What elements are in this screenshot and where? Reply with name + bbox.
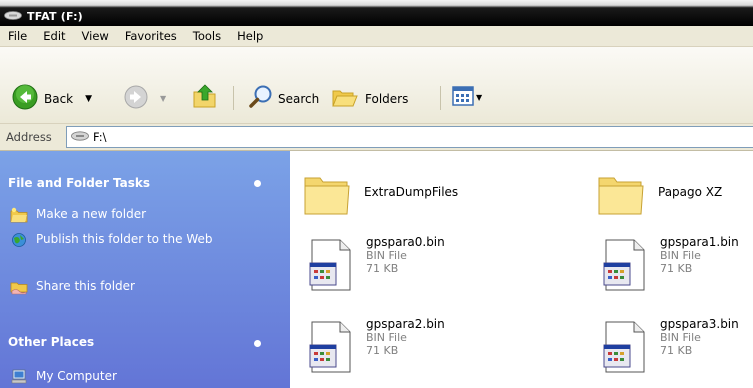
menu-help[interactable]: Help bbox=[229, 29, 271, 43]
file-size: 71 KB bbox=[660, 262, 693, 275]
file-type: BIN File bbox=[660, 331, 701, 344]
collapse-icon[interactable] bbox=[254, 340, 261, 347]
address-label: Address bbox=[6, 130, 52, 144]
file-item[interactable]: gpspara3.bin BIN File 71 KB bbox=[602, 317, 739, 376]
share-folder-link[interactable]: Share this folder bbox=[10, 279, 135, 295]
window-title: TFAT (F:) bbox=[27, 9, 83, 23]
my-computer-icon bbox=[10, 369, 28, 385]
search-icon bbox=[248, 84, 274, 113]
menu-bar: File Edit View Favorites Tools Help bbox=[0, 26, 753, 47]
menu-tools[interactable]: Tools bbox=[185, 29, 229, 43]
address-value: F:\ bbox=[93, 130, 107, 144]
file-type: BIN File bbox=[366, 331, 407, 344]
folders-icon bbox=[331, 84, 359, 113]
menu-edit[interactable]: Edit bbox=[35, 29, 73, 43]
file-name: gpspara1.bin bbox=[660, 235, 739, 249]
menu-file[interactable]: File bbox=[0, 29, 35, 43]
folder-name: ExtraDumpFiles bbox=[364, 185, 459, 199]
file-list: ExtraDumpFiles Papago XZ gpspara0.bin BI… bbox=[290, 151, 753, 388]
file-type: BIN File bbox=[660, 249, 701, 262]
drive-icon bbox=[71, 130, 89, 144]
views-button[interactable]: ▼ bbox=[452, 86, 482, 109]
file-item[interactable]: gpspara1.bin BIN File 71 KB bbox=[602, 235, 739, 294]
bin-file-icon bbox=[602, 321, 646, 376]
new-folder-icon bbox=[10, 207, 28, 223]
toolbar-separator bbox=[233, 86, 234, 110]
file-item[interactable]: gpspara0.bin BIN File 71 KB bbox=[308, 235, 445, 294]
bin-file-icon bbox=[308, 239, 352, 294]
folder-item[interactable]: Papago XZ bbox=[596, 170, 722, 221]
publish-web-icon bbox=[10, 232, 28, 248]
views-dropdown-icon[interactable]: ▼ bbox=[476, 93, 482, 102]
my-computer-label: My Computer bbox=[36, 369, 117, 383]
folder-name: Papago XZ bbox=[658, 185, 723, 199]
file-folder-tasks-header[interactable]: File and Folder Tasks bbox=[8, 176, 150, 190]
menu-favorites[interactable]: Favorites bbox=[117, 29, 185, 43]
file-type: BIN File bbox=[366, 249, 407, 262]
make-new-folder-label: Make a new folder bbox=[36, 207, 147, 221]
folders-label: Folders bbox=[365, 91, 409, 106]
share-folder-label: Share this folder bbox=[36, 279, 135, 293]
search-button[interactable]: Search bbox=[248, 84, 319, 113]
views-icon bbox=[452, 86, 474, 109]
publish-folder-link[interactable]: Publish this folder to the Web bbox=[10, 232, 250, 248]
folder-icon bbox=[302, 170, 352, 221]
title-bar[interactable]: TFAT (F:) bbox=[0, 0, 753, 26]
file-size: 71 KB bbox=[366, 344, 399, 357]
file-name: gpspara2.bin bbox=[366, 317, 445, 331]
back-button[interactable]: Back ▼ bbox=[12, 84, 92, 113]
folders-button[interactable]: Folders bbox=[331, 84, 408, 113]
collapse-icon[interactable] bbox=[254, 180, 261, 187]
back-arrow-icon bbox=[12, 84, 38, 113]
publish-folder-label: Publish this folder to the Web bbox=[36, 232, 213, 246]
address-bar: Address F:\ bbox=[0, 123, 753, 151]
folder-icon bbox=[596, 170, 646, 221]
drive-icon bbox=[4, 9, 22, 23]
address-field[interactable]: F:\ bbox=[66, 126, 753, 148]
up-button[interactable] bbox=[191, 82, 219, 113]
folder-item[interactable]: ExtraDumpFiles bbox=[302, 170, 458, 221]
search-label: Search bbox=[278, 91, 320, 106]
up-folder-icon bbox=[191, 82, 219, 113]
forward-arrow-icon bbox=[124, 85, 148, 112]
task-pane: File and Folder Tasks Make a new folder … bbox=[0, 151, 290, 388]
forward-dropdown-icon[interactable]: ▼ bbox=[160, 94, 166, 103]
bin-file-icon bbox=[308, 321, 352, 376]
share-folder-icon bbox=[10, 279, 28, 295]
my-computer-link[interactable]: My Computer bbox=[10, 369, 117, 385]
file-size: 71 KB bbox=[366, 262, 399, 275]
back-label: Back bbox=[44, 91, 74, 106]
menu-view[interactable]: View bbox=[74, 29, 117, 43]
back-dropdown-icon[interactable]: ▼ bbox=[85, 94, 92, 104]
bin-file-icon bbox=[602, 239, 646, 294]
file-name: gpspara0.bin bbox=[366, 235, 445, 249]
file-item[interactable]: gpspara2.bin BIN File 71 KB bbox=[308, 317, 445, 376]
make-new-folder-link[interactable]: Make a new folder bbox=[10, 207, 146, 223]
forward-button[interactable]: ▼ bbox=[124, 85, 166, 112]
other-places-header[interactable]: Other Places bbox=[8, 335, 94, 349]
file-name: gpspara3.bin bbox=[660, 317, 739, 331]
file-size: 71 KB bbox=[660, 344, 693, 357]
toolbar-separator bbox=[440, 86, 441, 110]
